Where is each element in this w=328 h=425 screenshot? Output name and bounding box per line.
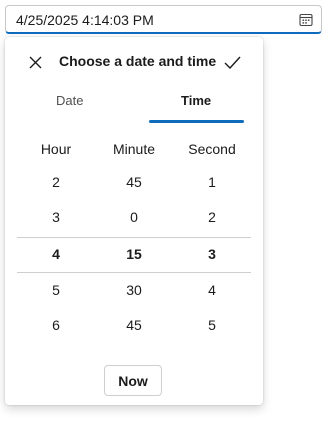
second-option[interactable]: 1 (177, 174, 247, 190)
minute-option[interactable]: 45 (99, 174, 169, 190)
hour-option-selected[interactable]: 4 (21, 246, 91, 262)
minute-option[interactable]: 0 (99, 209, 169, 225)
selected-tab-indicator (149, 120, 244, 123)
minute-option[interactable]: 45 (99, 317, 169, 333)
time-row: 6 45 5 (5, 309, 263, 343)
column-header-second: Second (188, 141, 236, 157)
time-row: 3 0 2 (5, 201, 263, 235)
checkmark-icon (224, 56, 241, 69)
time-row-selected: 4 15 3 (5, 238, 263, 272)
hour-option[interactable]: 6 (21, 317, 91, 333)
datetime-field[interactable]: 4/25/2025 4:14:03 PM (5, 5, 322, 34)
hour-option[interactable]: 2 (21, 174, 91, 190)
close-icon (29, 56, 41, 68)
second-option-selected[interactable]: 3 (177, 246, 247, 262)
minute-option-selected[interactable]: 15 (99, 246, 169, 262)
calendar-clock-icon (299, 13, 313, 27)
column-header-hour: Hour (40, 141, 72, 157)
second-option[interactable]: 5 (177, 317, 247, 333)
confirm-button[interactable] (222, 52, 242, 72)
time-row: 2 45 1 (5, 166, 263, 200)
now-button[interactable]: Now (104, 365, 162, 396)
picker-header: Choose a date and time (5, 37, 263, 87)
column-header-minute: Minute (112, 141, 156, 157)
second-option[interactable]: 2 (177, 209, 247, 225)
calendar-button[interactable] (295, 9, 317, 31)
picker-title: Choose a date and time (59, 53, 217, 69)
minute-option[interactable]: 30 (99, 282, 169, 298)
selection-bottom-divider (17, 272, 251, 273)
hour-option[interactable]: 5 (21, 282, 91, 298)
second-option[interactable]: 4 (177, 282, 247, 298)
tab-time[interactable]: Time (181, 93, 211, 108)
hour-option[interactable]: 3 (21, 209, 91, 225)
time-row: 5 30 4 (5, 274, 263, 308)
datetime-value[interactable]: 4/25/2025 4:14:03 PM (16, 12, 154, 28)
datetime-picker-popup: Choose a date and time Date Time Hour Mi… (5, 37, 263, 405)
tab-date[interactable]: Date (56, 93, 83, 108)
close-button[interactable] (27, 54, 43, 70)
